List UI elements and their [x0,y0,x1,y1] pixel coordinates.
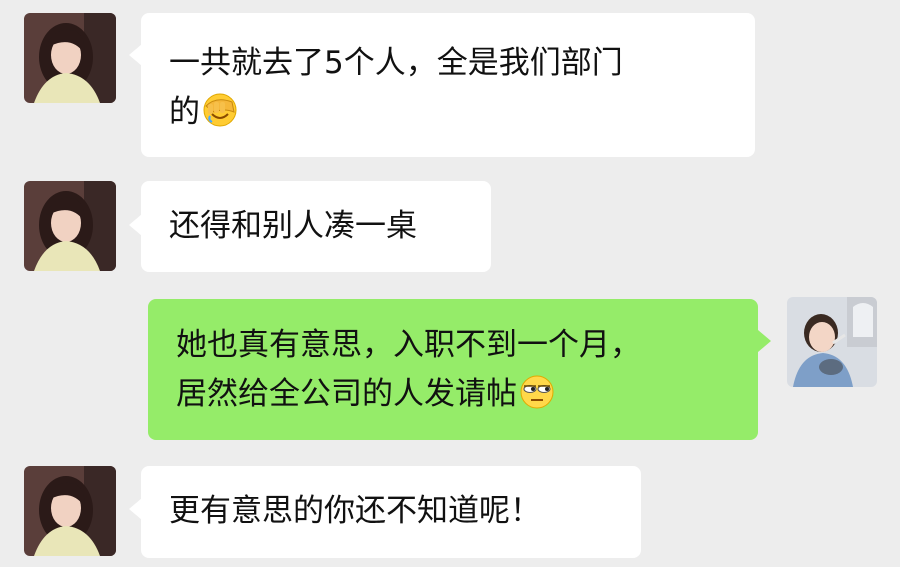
message-text-line: 一共就去了5个人，全是我们部门 [169,45,623,81]
message-bubble[interactable]: 更有意思的你还不知道呢！ [141,466,641,558]
message-bubble[interactable]: 她也真有意思，入职不到一个月， 居然给全公司的人发请帖 [148,299,758,440]
facepalm-emoji-icon [202,92,238,128]
message-bubble[interactable]: 一共就去了5个人，全是我们部门 的 [141,13,755,157]
unamused-emoji-icon [519,374,555,410]
contact-avatar[interactable] [24,181,116,271]
message-text-line: 更有意思的你还不知道呢！ [169,493,541,529]
message-text-line: 的 [169,94,200,130]
contact-avatar[interactable] [24,13,116,103]
user-avatar[interactable] [787,297,877,387]
message-text-line: 她也真有意思，入职不到一个月， [176,327,641,363]
message-text-line: 还得和别人凑一桌 [169,208,417,244]
contact-avatar[interactable] [24,466,116,556]
chat-window: 一共就去了5个人，全是我们部门 的 还得和别人凑一桌 她也真有意思，入职不到一个… [0,0,900,567]
message-bubble[interactable]: 还得和别人凑一桌 [141,181,491,272]
message-text-line: 居然给全公司的人发请帖 [176,376,517,412]
